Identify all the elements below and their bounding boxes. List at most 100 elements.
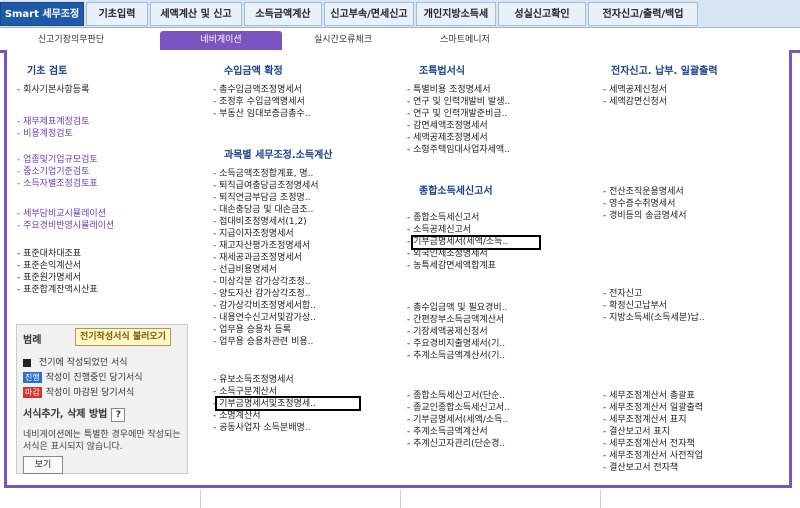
col2-item[interactable]: 재고자산평가조정명세서	[213, 240, 310, 252]
col2-header-2: 과목별 세무조정.소득계산	[224, 150, 333, 161]
subtab-smart-manager[interactable]: 스마트메니저	[404, 31, 526, 50]
col4-item[interactable]: 지방소득세(소득세분)납..	[603, 312, 705, 324]
col3-item[interactable]: 소형주택임대사업자세액..	[407, 144, 510, 156]
col1-item[interactable]: 표준원가명세서	[17, 272, 81, 284]
tab-smart-tax-adjust[interactable]: Smart 세무조정	[0, 2, 84, 26]
col3-item[interactable]: 기부금명세서(세액/소득..	[407, 414, 508, 426]
col4-item[interactable]: 세무조정계산서 일괄출력	[603, 402, 703, 414]
col2-item[interactable]: 총수입금액조정명세서	[213, 84, 302, 96]
col2-item[interactable]: 업무용 승용차 등록	[213, 324, 291, 336]
col1-item[interactable]: 표준합계잔액시산표	[17, 284, 98, 296]
top-nav: Smart 세무조정 기초입력 세액계산 및 신고 소득금액계산 신고부속/면세…	[0, 0, 800, 28]
howto-text: 서식추가, 삭제 방법	[23, 409, 108, 420]
col3-item[interactable]: 종교인종합소득세신고서..	[407, 402, 510, 414]
col1-item[interactable]: 업종및기업규모검토	[17, 154, 98, 166]
col1-item[interactable]: 소득자별조정검토표	[17, 178, 98, 190]
col4-item[interactable]: 전자신고	[603, 288, 642, 300]
subtab-realtime-check[interactable]: 실시간오류체크	[282, 31, 404, 50]
col1-item[interactable]: 표준대차대조표	[17, 248, 81, 260]
col1-item[interactable]: 세부담비교시뮬레이션	[17, 208, 106, 220]
col2-header-1: 수입금액 확정	[224, 66, 283, 77]
col2-item[interactable]: 지급이자조정명세서	[213, 228, 294, 240]
col3-header-2: 종합소득세신고서	[419, 186, 493, 197]
legend-row-progress: 진행 작성이 진행중인 당기서식	[23, 370, 143, 383]
col3-item[interactable]: 감면세액조정명세서	[407, 120, 488, 132]
col2-item[interactable]: 양도자산 감가상각조정..	[213, 288, 310, 300]
col4-item[interactable]: 세무조정계산서 표지	[603, 414, 686, 426]
highlight-box	[215, 396, 361, 411]
subtab-filing-duty[interactable]: 신고기장의무판단	[10, 31, 132, 50]
col3-item[interactable]: 종합소득세신고서(단순..	[407, 390, 505, 402]
view-button[interactable]: 보기	[23, 456, 63, 474]
col4-item[interactable]: 전산조직운용명세서	[603, 186, 684, 198]
col2-item[interactable]: 퇴직연금부담금 조정명..	[213, 192, 310, 204]
tab-e-filing[interactable]: 전자신고/출력/백업	[588, 2, 698, 26]
col3-item[interactable]: 특별비용 조정명세서	[407, 84, 490, 96]
col3-item[interactable]: 추계소득금액계산서	[407, 426, 488, 438]
col4-item[interactable]: 영수증수취명세서	[603, 198, 675, 210]
col4-item[interactable]: 경비등의 송금명세서	[603, 210, 686, 222]
col1-header: 기초 검토	[27, 66, 68, 77]
col1-item[interactable]: 비용계정검토	[17, 128, 73, 140]
col4-item[interactable]: 세무조정계산서 총괄표	[603, 390, 695, 402]
col2-item[interactable]: 대손충당금 및 대손금조..	[213, 204, 313, 216]
col2-item[interactable]: 조정후 수입금액명세서	[213, 96, 305, 108]
legend-row-prior: 전기에 작성되었던 서식	[23, 355, 128, 368]
col3-item[interactable]: 주요경비지출명세서(기..	[407, 338, 505, 350]
col4-item[interactable]: 확정신고납부서	[603, 300, 667, 312]
col4-item[interactable]: 세액공제신청서	[603, 84, 667, 96]
col2-item[interactable]: 소득금액조정합계표, 명..	[213, 168, 313, 180]
col1-item[interactable]: 주요경비반영시뮬레이션	[17, 220, 114, 232]
col3-header-1: 조특법서식	[419, 66, 465, 77]
legend-text: 작성이 진행중인 당기서식	[45, 373, 143, 383]
col2-item[interactable]: 접대비조정명세서(1,2)	[213, 216, 307, 228]
col4-item[interactable]: 세액감면신청서	[603, 96, 667, 108]
col2-item[interactable]: 퇴직급여충당금조정명세서	[213, 180, 318, 192]
col2-item[interactable]: 선급비용명세서	[213, 264, 277, 276]
col1-item[interactable]: 회사기본사항등록	[17, 84, 89, 96]
divider	[400, 490, 401, 508]
legend-title: 범례	[23, 335, 42, 346]
col3-item[interactable]: 농특세감면세액합계표	[407, 260, 496, 272]
col3-item[interactable]: 추계신고자관리(단순경..	[407, 438, 505, 450]
col4-item[interactable]: 결산보고서 전자책	[603, 462, 678, 474]
col3-item[interactable]: 종합소득세신고서	[407, 212, 479, 224]
tab-income-calc[interactable]: 소득금액계산	[244, 2, 322, 26]
col3-item[interactable]: 추계소득금액계산서(기..	[407, 350, 505, 362]
col4-item[interactable]: 결산보고서 표지	[603, 426, 670, 438]
col3-item[interactable]: 세액공제조정명세서	[407, 132, 488, 144]
col2-item[interactable]: 부동산 임대보증금총수..	[213, 108, 310, 120]
col3-item[interactable]: 기장세액공제신청서	[407, 326, 488, 338]
col1-item[interactable]: 표준손익계산서	[17, 260, 81, 272]
col3-item[interactable]: 간편장부소득금액계산서	[407, 314, 504, 326]
help-button[interactable]: ?	[111, 408, 126, 422]
col1-item[interactable]: 재무제표계정검토	[17, 116, 89, 128]
col3-item[interactable]: 연구 및 인력개발비 발생..	[407, 96, 510, 108]
legend-text: 작성이 마감된 당기서식	[45, 388, 135, 398]
tab-tax-calc[interactable]: 세액계산 및 신고	[150, 2, 242, 26]
col4-item[interactable]: 세무조정계산서 사전작업	[603, 450, 703, 462]
col2-item[interactable]: 미상각분 감가상각조정..	[213, 276, 310, 288]
legend-text: 전기에 작성되었던 서식	[39, 358, 128, 368]
col2-item[interactable]: 재세공과금조정명세서	[213, 252, 302, 264]
col2-item[interactable]: 소명계산서	[213, 410, 260, 422]
tab-local-income-tax[interactable]: 개인지방소득세	[416, 2, 496, 26]
col4-item[interactable]: 세무조정계산서 전자책	[603, 438, 695, 450]
col2-item[interactable]: 업무용 승용차관련 비용..	[213, 336, 313, 348]
highlight-box	[411, 235, 541, 250]
col3-item[interactable]: 연구 및 인력개발준비금..	[407, 108, 507, 120]
progress-badge: 진행	[23, 372, 42, 383]
col2-item[interactable]: 내용연수신고서및감가상..	[213, 312, 316, 324]
legend-note: 네비게이션에는 특별한 경우에만 작성되는 서식은 표시되지 않습니다.	[23, 430, 181, 452]
col3-item[interactable]: 총수입금액 및 필요경비..	[407, 302, 507, 314]
load-prior-forms-button[interactable]: 전기작성서식 불러오기	[75, 328, 171, 346]
subtab-navigation[interactable]: 네비게이션	[160, 31, 282, 50]
tab-attachments[interactable]: 신고부속/면세신고	[324, 2, 414, 26]
col2-item[interactable]: 공동사업자 소득분배명..	[213, 422, 310, 434]
closed-badge: 마감	[23, 387, 42, 398]
col1-item[interactable]: 중소기업기준검토	[17, 166, 89, 178]
tab-sincere-report[interactable]: 성실신고확인	[498, 2, 586, 26]
col2-item[interactable]: 유보소득조정명세서	[213, 374, 294, 386]
tab-basic-input[interactable]: 기초입력	[86, 2, 148, 26]
col2-item[interactable]: 감가상각비조정명세서합..	[213, 300, 316, 312]
